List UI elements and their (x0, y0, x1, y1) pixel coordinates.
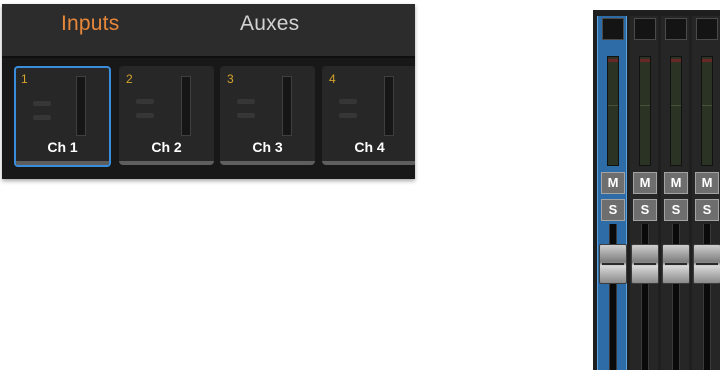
channel-indicator (237, 99, 255, 104)
mute-button[interactable]: M (695, 172, 719, 194)
mixer-channel-1[interactable]: M S (597, 16, 627, 370)
tab-inputs[interactable]: Inputs (61, 12, 119, 36)
mute-button[interactable]: M (633, 172, 657, 194)
channel-number: 4 (329, 72, 336, 86)
mute-button[interactable]: M (664, 172, 688, 194)
channel-indicator (33, 101, 51, 106)
fader-handle[interactable] (662, 244, 690, 284)
meter-tick (640, 105, 650, 106)
level-meter (181, 76, 191, 136)
level-meter (670, 56, 682, 166)
level-meter (384, 76, 394, 136)
channel-label: Ch 3 (252, 139, 283, 155)
fader-line (634, 263, 656, 265)
channel-number: 1 (21, 72, 28, 86)
channel-strip-3[interactable]: 3 Ch 3 (220, 66, 315, 165)
tab-auxes[interactable]: Auxes (240, 12, 299, 36)
channel-number: 3 (227, 72, 234, 86)
strip-bottom-bar (220, 161, 315, 165)
channel-indicator (136, 113, 154, 118)
solo-button[interactable]: S (664, 199, 688, 221)
insert-slot[interactable] (696, 18, 718, 40)
solo-button[interactable]: S (633, 199, 657, 221)
channel-indicator (339, 113, 357, 118)
level-meter (701, 56, 713, 166)
fader-handle[interactable] (599, 244, 627, 284)
fader-line (665, 263, 687, 265)
mixer-channel-2[interactable]: M S (630, 16, 659, 370)
fader-line (602, 263, 624, 265)
channel-label: Ch 2 (151, 139, 182, 155)
level-meter (639, 56, 651, 166)
channel-number: 2 (126, 72, 133, 86)
channel-indicator (33, 115, 51, 120)
level-meter (76, 76, 86, 136)
insert-slot[interactable] (665, 18, 687, 40)
channel-strip-4[interactable]: 4 Ch 4 (322, 66, 415, 165)
clip-indicator (671, 59, 681, 62)
clip-indicator (640, 59, 650, 62)
mixer-channel-4[interactable]: M S (692, 16, 720, 370)
fader-handle[interactable] (631, 244, 659, 284)
fader-handle[interactable] (693, 244, 720, 284)
meter-tick (671, 105, 681, 106)
strip-bottom-bar (119, 161, 214, 165)
insert-slot[interactable] (602, 18, 624, 40)
clip-indicator (608, 59, 618, 62)
channel-strip-row: 1 Ch 1 2 Ch 2 3 Ch 3 4 Ch 4 (2, 66, 415, 169)
meter-tick (702, 105, 712, 106)
solo-button[interactable]: S (601, 199, 625, 221)
level-meter (282, 76, 292, 136)
channel-strip-2[interactable]: 2 Ch 2 (119, 66, 214, 165)
insert-slot[interactable] (634, 18, 656, 40)
fader-line (696, 263, 718, 265)
channel-strip-1[interactable]: 1 Ch 1 (14, 66, 111, 167)
mute-button[interactable]: M (601, 172, 625, 194)
channel-indicator (136, 99, 154, 104)
strip-bottom-bar (16, 161, 109, 165)
channel-indicator (237, 113, 255, 118)
clip-indicator (702, 59, 712, 62)
strip-bottom-bar (322, 161, 415, 165)
channel-selector-panel: Inputs Auxes 1 Ch 1 2 Ch 2 3 Ch 3 4 Ch 4 (2, 4, 415, 179)
channel-indicator (339, 99, 357, 104)
meter-tick (608, 105, 618, 106)
solo-button[interactable]: S (695, 199, 719, 221)
mixer-panel: M S M S M S M S (593, 10, 720, 370)
channel-label: Ch 4 (354, 139, 385, 155)
channel-label: Ch 1 (47, 139, 78, 155)
mixer-channel-3[interactable]: M S (661, 16, 690, 370)
tab-bar: Inputs Auxes (2, 4, 415, 58)
level-meter (607, 56, 619, 166)
